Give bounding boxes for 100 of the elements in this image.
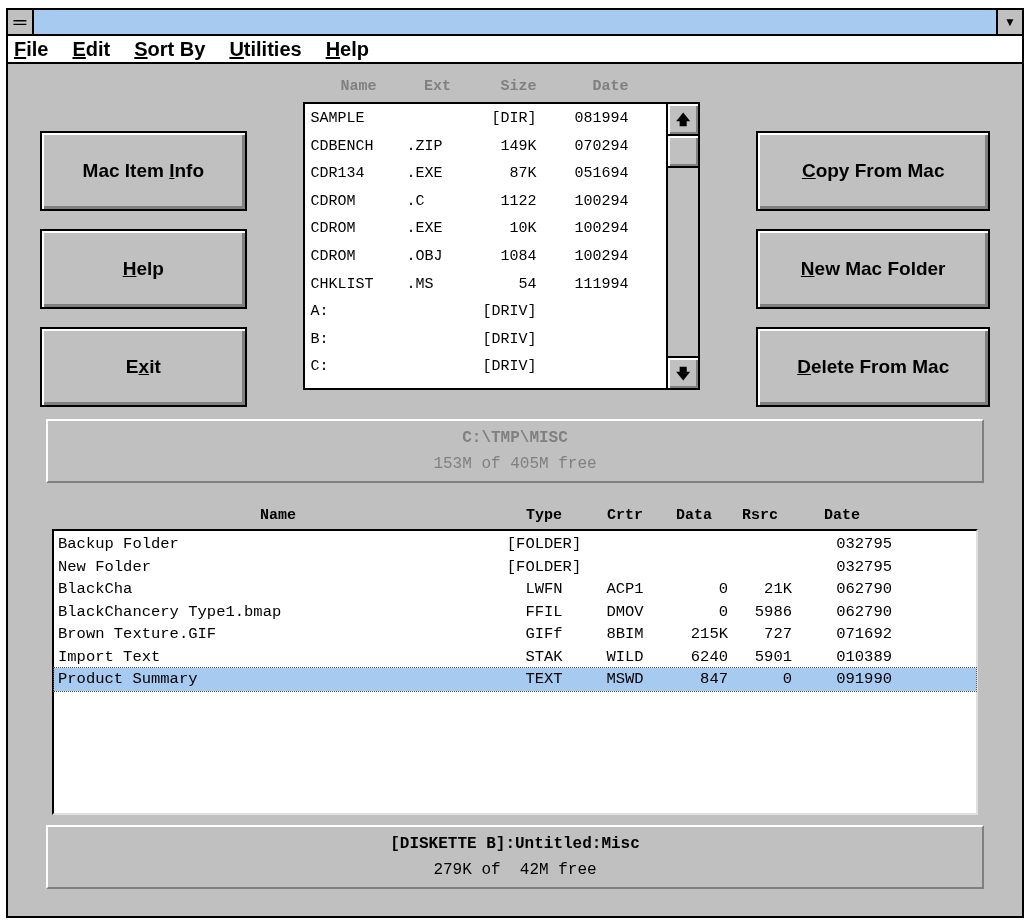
list-cell-text: CDR134 [310,164,366,185]
file-row[interactable]: Product Summary TEXT MSWD 847 0 091990 [54,668,976,691]
list-cell-text: 051694 [573,164,629,185]
file-cell-text: 0 [717,601,728,623]
file-cell-text: 0 [781,669,792,690]
column-header: Size [499,77,537,97]
file-cell-text: TEXT [524,669,564,690]
list-cell-text: .EXE [406,164,444,185]
list-cell-text: [DRIV] [481,357,537,378]
list-cell-text: 1122 [499,191,537,212]
command-button[interactable]: Mac Item Info [40,131,247,211]
file-cell-text: 21K [763,579,792,600]
list-cell-text: .MS [406,274,435,295]
column-header: Name [259,505,297,526]
file-cell-text: 032795 [835,534,892,555]
file-cell-text: 062790 [835,579,892,600]
command-button[interactable]: Copy From Mac [756,131,990,211]
file-list[interactable]: SAMPLE [DIR] 081994 CDBENCH .ZIP 149K 070294 CDR134 .EXE 87K 051694 CDROM .C 1122 100294 CDROM .EXE 10K 100294 CDROM .OBJ 1084 100294 CHKLIST .MS 54 111994 A: [DRIV] B: [DRIV] C: [DRIV] 🡅 🡇 [302,102,701,390]
file-row[interactable]: Backup Folder [FOLDER] 032795 [54,533,976,556]
list-cell-text: SAMPLE [310,109,366,129]
path-text: [DISKETTE B]:Untitled:Misc [390,834,640,855]
file-cell-text: 8BIM [605,624,645,645]
scroll-down-button[interactable]: 🡇 [668,356,699,388]
list-cell-text: 111994 [573,274,629,295]
menu-item[interactable]: Help [325,39,369,59]
scrollbar[interactable]: 🡅 🡇 [666,104,699,388]
file-cell-text: 5901 [753,646,792,668]
command-button[interactable]: Exit [40,327,247,407]
file-cell-text: Brown Texture.GIF [58,624,218,645]
file-cell-text: Backup Folder [58,534,180,555]
scroll-thumb[interactable] [668,136,699,168]
list-cell-text: CDROM [310,191,357,212]
file-row[interactable]: Import Text STAK WILD 6240 5901 010389 [54,645,976,668]
menu-item[interactable]: Utilities [229,39,302,59]
file-cell-text: 215K [689,624,728,645]
column-header: Crtr [606,505,644,526]
column-header: Name [339,77,378,97]
file-cell-text: [FOLDER] [505,534,583,555]
mac-file-list[interactable] [52,529,978,815]
file-cell-text: 062790 [835,601,892,623]
file-cell-text: WILD [605,646,645,668]
control-menu-button[interactable]: ═ [8,10,34,34]
list-cell-text: .OBJ [406,246,444,267]
free-space-text: 153M of 405M free [433,454,597,475]
list-cell-text: 100294 [573,219,629,240]
list-cell-text: 070294 [573,136,629,157]
list-cell-text: .ZIP [406,136,444,157]
file-cell-text: 091990 [835,669,892,690]
list-cell-text: 081994 [573,109,629,129]
list-cell-text: 87K [508,164,537,185]
file-cell-text: FFIL [524,601,564,623]
menu-item[interactable]: Sort By [134,39,206,59]
list-cell-text: B: [310,329,330,350]
file-cell-text: MSWD [605,669,645,690]
list-cell-text: 149K [499,136,537,157]
file-cell-text: ACP1 [605,579,645,600]
file-row[interactable]: Brown Texture.GIF GIFf 8BIM 215K 727 071692 [54,623,976,646]
list-cell-text: [DRIV] [481,302,537,323]
file-cell-text: Import Text [58,646,162,668]
list-cell-text: CHKLIST [310,274,375,295]
file-cell-text: 032795 [835,556,892,578]
list-cell-text: 100294 [573,191,629,212]
column-header: Date [591,77,629,97]
column-header: Rsrc [741,505,779,526]
list-cell-text: A: [310,302,330,323]
column-header: Data [675,505,713,526]
command-button[interactable]: New Mac Folder [756,229,990,309]
command-button[interactable]: Delete From Mac [756,327,990,407]
list-cell-text: 54 [517,274,537,295]
command-button[interactable]: Help [40,229,247,309]
file-cell-text: [FOLDER] [505,556,583,578]
file-row[interactable]: BlackChancery Type1.bmap FFIL DMOV 0 5986 062790 [54,600,976,623]
list-cell-text: CDBENCH [310,136,375,157]
menu-item[interactable]: File [14,39,49,59]
file-cell-text: Product Summary [58,669,199,690]
scroll-up-button[interactable]: 🡅 [668,104,699,136]
file-row[interactable]: BlackCha LWFN ACP1 0 21K 062790 [54,578,976,601]
file-cell-text: 071692 [835,624,892,645]
path-text: C:\TMP\MISC [462,428,568,449]
file-cell-text: DMOV [605,601,645,623]
file-cell-text: LWFN [524,579,564,600]
menu-item[interactable]: Edit [72,39,111,59]
list-cell-text: 1084 [499,246,537,267]
list-cell-text: C: [310,357,330,378]
file-cell-text: BlackChancery Type1.bmap [58,601,283,623]
column-header: Ext [423,77,453,97]
file-cell-text: 0 [717,579,728,600]
list-cell-text: .EXE [406,219,444,240]
file-cell-text: 847 [699,669,728,690]
list-cell-text: 100294 [573,246,629,267]
list-cell-text: CDROM [310,219,357,240]
file-cell-text: 727 [763,624,792,645]
column-header: Date [823,505,861,526]
free-space-text: 279K of 42M free [433,860,597,881]
file-cell-text: 010389 [835,646,892,668]
file-cell-text: BlackCha [58,579,134,600]
list-cell-text: 10K [508,219,537,240]
dropdown-button[interactable]: ▼ [996,10,1022,34]
list-cell-text: .C [406,191,426,212]
file-row[interactable]: New Folder [FOLDER] 032795 [54,555,976,578]
